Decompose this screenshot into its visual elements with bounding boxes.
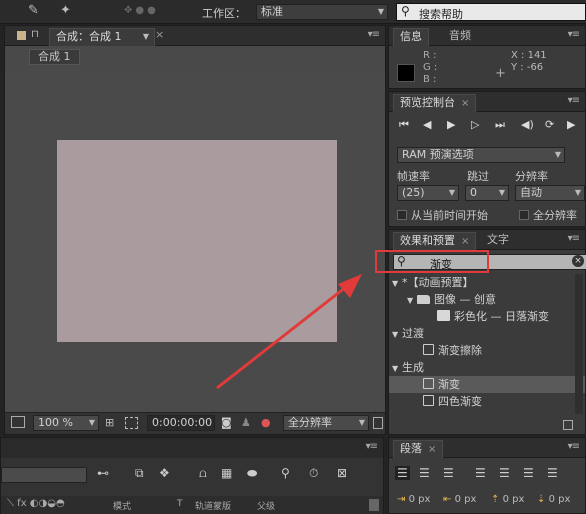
annotation-arrow <box>216 274 362 390</box>
